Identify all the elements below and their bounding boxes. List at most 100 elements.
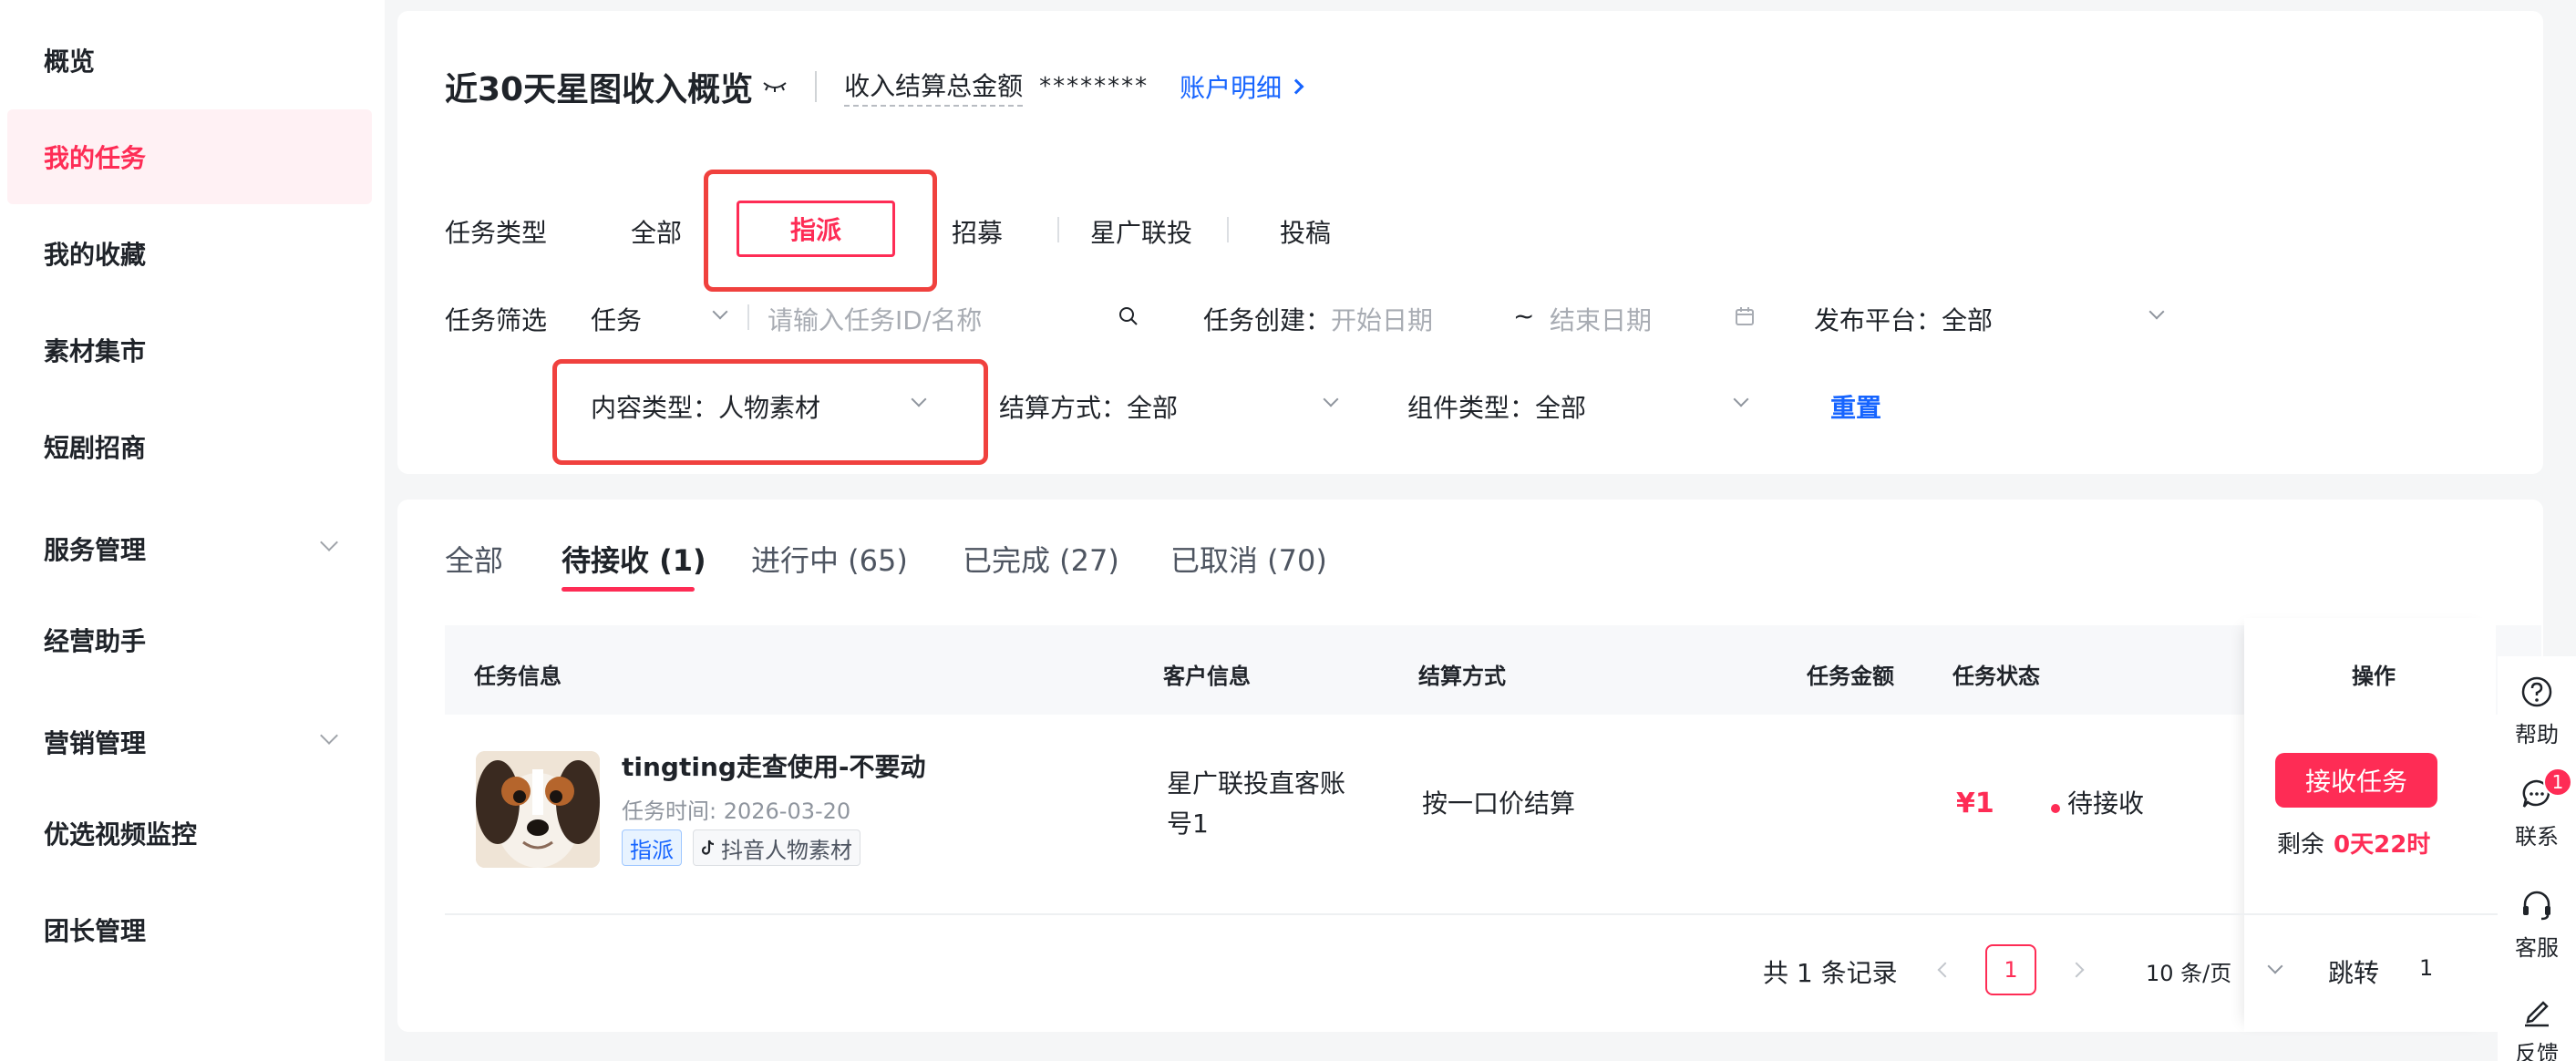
pagination-total: 共 1 条记录 [1763, 958, 1898, 988]
remaining-time: 剩余 0天22时 [2277, 826, 2430, 860]
status-dot [2051, 804, 2060, 813]
sidebar-item-label: 短剧招商 [44, 433, 147, 463]
filter-card: 近30天星图收入概览 收入结算总金额 ******** 账户明细 任务类型 全部… [397, 11, 2543, 474]
task-time: 任务时间: 2026-03-20 [622, 798, 851, 824]
help-icon [2521, 676, 2552, 707]
remaining-value: 0天22时 [2334, 831, 2431, 859]
sidebar-item-label: 营销管理 [44, 728, 147, 758]
account-details-label: 账户明细 [1180, 73, 1283, 103]
search-icon[interactable] [1118, 305, 1139, 327]
tag-content-type: 抖音人物素材 [693, 829, 860, 866]
task-type-joint[interactable]: 星广联投 [1090, 213, 1192, 250]
start-date-input[interactable]: 开始日期 [1331, 301, 1433, 337]
page-size-select[interactable]: 10 条/页 [2146, 955, 2231, 987]
platform-label: 发布平台： [1814, 305, 1942, 335]
sidebar-item-marketing[interactable]: 营销管理 [7, 695, 372, 789]
sidebar-item-label: 团长管理 [44, 916, 147, 946]
task-status: 待接收 [2067, 788, 2145, 819]
settlement-select[interactable]: 结算方式： 全部 [999, 388, 1178, 425]
sidebar-item-business-assistant[interactable]: 经营助手 [7, 592, 372, 687]
page-1-button[interactable]: 1 [1985, 944, 2036, 995]
task-created-label: 任务创建： [1203, 305, 1332, 335]
task-search-input[interactable]: 请输入任务ID/名称 [768, 301, 982, 337]
task-amount: ¥1 [1956, 788, 1994, 819]
sidebar-item-material-market[interactable]: 素材集市 [7, 303, 372, 397]
edit-icon [2525, 1001, 2549, 1027]
task-type-all[interactable]: 全部 [631, 213, 682, 250]
contact-label: 联系 [2515, 824, 2559, 850]
help-button[interactable]: 帮助 [2498, 675, 2576, 748]
main-content: 近30天星图收入概览 收入结算总金额 ******** 账户明细 任务类型 全部… [397, 0, 2549, 1061]
next-page-icon[interactable] [2068, 962, 2085, 978]
tab-in-progress[interactable]: 进行中 (65) [751, 538, 908, 580]
chevron-down-icon [320, 533, 338, 551]
feedback-button[interactable]: 反馈 [2498, 994, 2576, 1061]
tool-rail: 帮助 1 联系 客服 反馈 [2498, 656, 2576, 1061]
chevron-right-icon [1288, 78, 1304, 95]
active-tab-indicator [562, 587, 695, 592]
sidebar-item-favorites[interactable]: 我的收藏 [7, 206, 372, 301]
prev-page-icon[interactable] [1937, 962, 1953, 978]
task-type-recruit[interactable]: 招募 [952, 213, 1003, 250]
sidebar-item-label: 我的收藏 [44, 240, 147, 270]
component-label: 组件类型： [1407, 393, 1536, 423]
sidebar-item-short-drama[interactable]: 短剧招商 [7, 399, 372, 494]
task-list-card: 全部 待接收 (1) 进行中 (65) 已完成 (27) 已取消 (70) 任务… [397, 500, 2543, 1032]
highlight-box-content-type [552, 359, 988, 465]
accept-task-button[interactable]: 接收任务 [2275, 753, 2437, 808]
jump-label: 跳转 [2328, 958, 2380, 988]
sidebar-item-label: 素材集市 [44, 336, 147, 366]
sidebar-item-video-monitor[interactable]: 优选视频监控 [7, 786, 372, 881]
tag-assigned: 指派 [622, 829, 682, 866]
th-settlement: 结算方式 [1418, 664, 1506, 689]
remaining-label: 剩余 [2277, 831, 2325, 859]
th-status: 任务状态 [1953, 664, 2040, 689]
task-filter-label: 任务筛选 [445, 305, 548, 335]
sidebar-item-overview[interactable]: 概览 [7, 13, 372, 108]
sidebar-item-leader[interactable]: 团长管理 [7, 882, 372, 977]
sidebar-item-service-management[interactable]: 服务管理 [7, 501, 372, 596]
eye-closed-icon[interactable] [762, 77, 788, 96]
contact-button[interactable]: 1 联系 [2498, 767, 2576, 850]
sidebar-item-label: 经营助手 [44, 626, 147, 656]
sidebar-item-my-tasks[interactable]: 我的任务 [7, 109, 372, 204]
sidebar-item-label: 概览 [44, 46, 96, 77]
tab-pending[interactable]: 待接收 (1) [562, 538, 706, 580]
divider [1227, 217, 1229, 242]
settlement-total-value: ******** [1039, 73, 1149, 100]
reset-button[interactable]: 重置 [1830, 388, 1881, 425]
divider [747, 304, 749, 330]
platform-select[interactable]: 发布平台： 全部 [1814, 301, 1993, 337]
task-type-label: 任务类型 [445, 218, 548, 248]
jump-input[interactable]: 1 [2419, 955, 2433, 981]
platform-value: 全部 [1942, 305, 1994, 335]
chevron-down-icon [1323, 391, 1339, 407]
settlement-method: 按一口价结算 [1422, 788, 1576, 819]
th-task-info: 任务信息 [474, 664, 562, 689]
income-overview-header: 近30天星图收入概览 收入结算总金额 ******** 账户明细 [445, 64, 1304, 109]
component-value: 全部 [1535, 393, 1587, 423]
end-date-input[interactable]: 结束日期 [1550, 301, 1652, 337]
task-title[interactable]: tingting走查使用-不要动 [622, 747, 926, 784]
th-amount: 任务金额 [1807, 664, 1894, 689]
header-divider [815, 71, 818, 102]
calendar-icon[interactable] [1734, 305, 1756, 327]
task-select[interactable]: 任务 [591, 301, 642, 337]
divider [1057, 217, 1059, 242]
tab-cancelled[interactable]: 已取消 (70) [1170, 538, 1327, 580]
customer-info-line2: 号1 [1167, 809, 1209, 839]
tiktok-icon [701, 840, 715, 855]
component-select[interactable]: 组件类型： 全部 [1407, 388, 1586, 425]
tab-completed[interactable]: 已完成 (27) [963, 538, 1119, 580]
chevron-down-icon [712, 304, 728, 320]
settlement-total-label: 收入结算总金额 [844, 67, 1024, 107]
th-action: 操作 [2352, 664, 2396, 689]
task-thumbnail[interactable] [476, 751, 600, 868]
account-details-link[interactable]: 账户明细 [1180, 68, 1304, 105]
task-type-submission[interactable]: 投稿 [1280, 213, 1331, 250]
row-divider [445, 913, 2541, 915]
chevron-down-icon [320, 726, 338, 745]
th-customer-info: 客户信息 [1163, 664, 1251, 689]
tab-all[interactable]: 全部 [445, 538, 503, 580]
customer-service-button[interactable]: 客服 [2498, 888, 2576, 962]
